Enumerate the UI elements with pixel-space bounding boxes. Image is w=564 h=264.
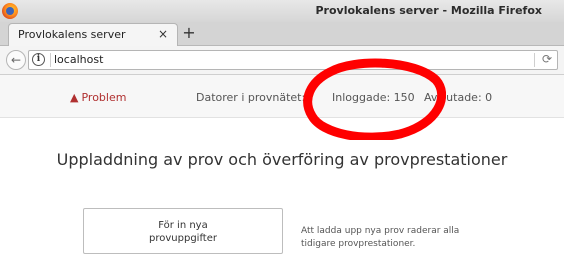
navigation-bar: ← i localhost ⟳ [0, 46, 564, 75]
status-bar: ▲ Problem Datorer i provnätet: Inloggade:… [0, 75, 564, 118]
firefox-logo-icon [2, 3, 18, 19]
computers-in-network: Datorer i provnätet: [196, 91, 306, 104]
page-heading: Uppladdning av prov och överföring av pr… [56, 150, 508, 169]
help-line1: Att ladda upp nya prov raderar alla [301, 226, 460, 236]
problem-label: Problem [81, 91, 127, 104]
url-divider [50, 53, 51, 67]
close-icon[interactable]: × [158, 27, 168, 41]
window-title: Provlokalens server - Mozilla Firefox [315, 4, 542, 17]
tab-strip: Provlokalens server × + [0, 22, 564, 46]
warning-icon: ▲ [70, 91, 79, 104]
red-highlight-circle [303, 58, 446, 140]
info-icon[interactable]: i [32, 53, 45, 66]
url-text[interactable]: localhost [54, 53, 103, 66]
problem-link[interactable]: ▲ Problem [70, 91, 126, 104]
reload-divider [534, 53, 535, 67]
help-line2: tidigare provprestationer. [301, 239, 416, 249]
browser-tab[interactable]: Provlokalens server × [8, 23, 178, 46]
tab-label: Provlokalens server [18, 28, 126, 41]
new-tab-button[interactable]: + [180, 23, 198, 43]
upload-button-line2: provuppgifter [149, 233, 217, 244]
title-bar: Provlokalens server - Mozilla Firefox [0, 0, 564, 22]
upload-button-line1: För in nya [158, 220, 208, 231]
back-button[interactable]: ← [6, 50, 26, 70]
upload-exam-button[interactable]: För in nya provuppgifter [83, 208, 283, 254]
reload-icon[interactable]: ⟳ [542, 52, 552, 66]
upload-help-text: Att ladda upp nya prov raderar alla tidi… [301, 225, 501, 251]
url-bar[interactable]: i localhost ⟳ [28, 50, 558, 70]
